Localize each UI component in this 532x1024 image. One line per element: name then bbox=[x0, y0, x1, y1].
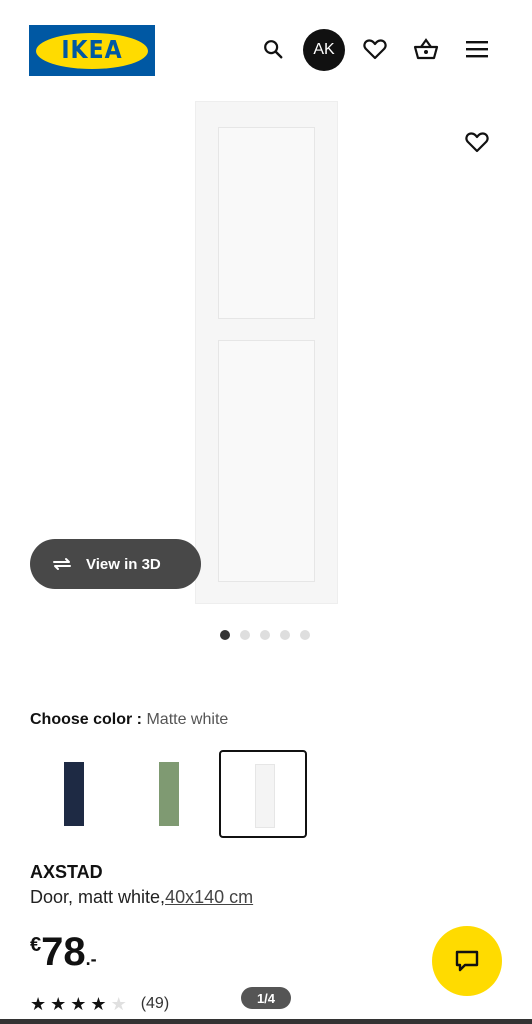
ikea-logo[interactable]: IKEA bbox=[29, 25, 155, 76]
logo-oval: IKEA bbox=[36, 32, 148, 69]
product-image[interactable] bbox=[195, 101, 338, 604]
choose-color: Choose color : Matte white bbox=[30, 711, 228, 729]
product-price: €78.- bbox=[30, 930, 97, 975]
gallery-dot[interactable] bbox=[300, 630, 310, 640]
door-panel-bottom bbox=[218, 340, 315, 582]
chat-icon bbox=[455, 950, 479, 972]
favourite-heart-icon[interactable] bbox=[462, 127, 492, 157]
swatch-door bbox=[159, 762, 179, 826]
gallery-dot[interactable] bbox=[260, 630, 270, 640]
menu-icon[interactable] bbox=[462, 34, 492, 64]
star-icon: ★ bbox=[90, 994, 107, 1014]
bottom-divider bbox=[0, 1019, 532, 1024]
chat-button[interactable] bbox=[432, 926, 502, 996]
color-swatch-matte-white[interactable] bbox=[219, 750, 307, 838]
color-swatch-dark-blue[interactable] bbox=[30, 750, 118, 838]
star-empty-icon: ★ bbox=[110, 994, 127, 1014]
size-link[interactable]: 40x140 cm bbox=[165, 887, 253, 907]
image-pager: 1/4 bbox=[241, 987, 291, 1009]
color-swatch-green[interactable] bbox=[125, 750, 213, 838]
review-count: (49) bbox=[140, 995, 170, 1012]
product-name: AXSTAD bbox=[30, 862, 103, 882]
door-panel-top bbox=[218, 127, 315, 319]
header: IKEA AK bbox=[0, 0, 532, 100]
search-icon[interactable] bbox=[258, 34, 288, 64]
gallery-dot[interactable] bbox=[240, 630, 250, 640]
view-in-3d-label: View in 3D bbox=[86, 555, 161, 573]
price-currency: € bbox=[30, 934, 42, 956]
price-decimal: .- bbox=[85, 949, 97, 969]
gallery-dot[interactable] bbox=[280, 630, 290, 640]
swatch-door bbox=[255, 764, 275, 828]
star-icon: ★ bbox=[30, 994, 47, 1014]
product-description: Door, matt white,40x140 cm bbox=[30, 887, 253, 908]
gallery-dot[interactable] bbox=[220, 630, 230, 640]
basket-icon[interactable] bbox=[411, 34, 441, 64]
avatar[interactable]: AK bbox=[303, 29, 345, 71]
price-integer: 78 bbox=[41, 930, 86, 974]
heart-icon[interactable] bbox=[360, 34, 390, 64]
choose-color-label: Choose color : bbox=[30, 711, 143, 728]
gallery-dots bbox=[220, 630, 310, 640]
rating[interactable]: ★ ★ ★ ★ ★ (49) bbox=[30, 995, 169, 1013]
view-in-3d-button[interactable]: View in 3D bbox=[30, 539, 201, 589]
star-icon: ★ bbox=[50, 994, 67, 1014]
swatch-door bbox=[64, 762, 84, 826]
logo-text: IKEA bbox=[61, 36, 123, 65]
star-icon: ★ bbox=[70, 994, 87, 1014]
rotate-3d-icon bbox=[53, 558, 71, 570]
product-description-text: Door, matt white, bbox=[30, 887, 166, 907]
choose-color-value: Matte white bbox=[146, 711, 229, 728]
